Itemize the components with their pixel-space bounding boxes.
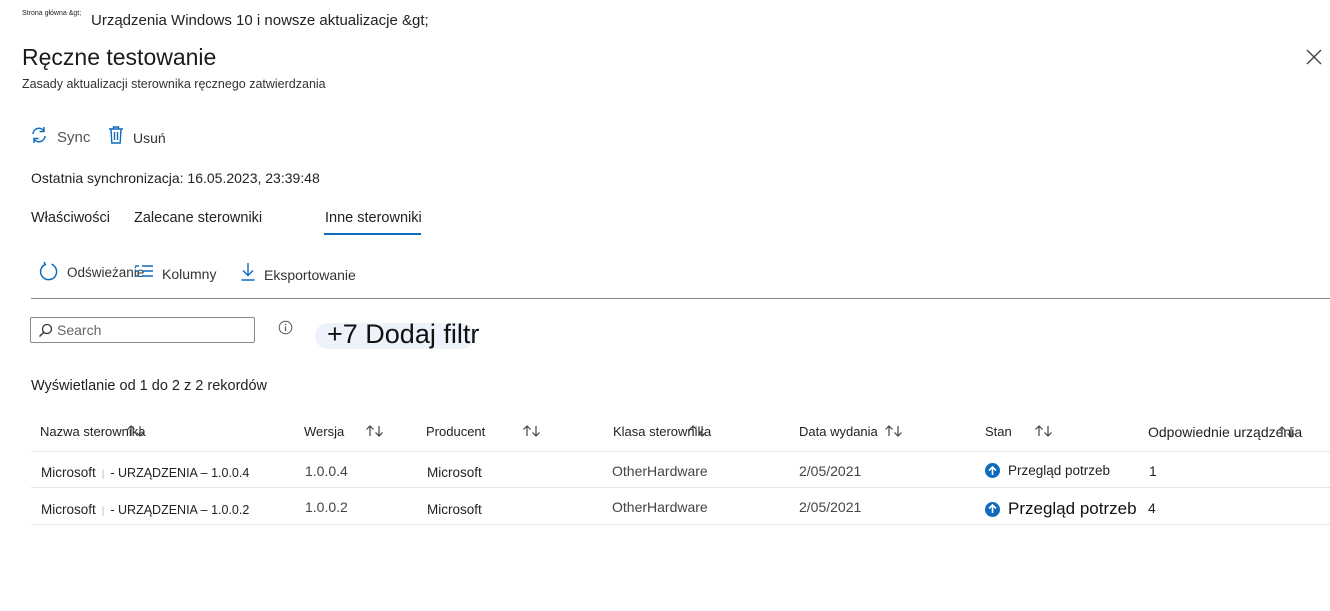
table-row-2-manufacturer: Microsoft	[427, 502, 482, 517]
table-row-1-release-date: 2/05/2021	[799, 463, 862, 479]
table-row-2-release-date: 2/05/2021	[799, 499, 862, 515]
tab-recommended-drivers[interactable]: Zalecane sterowniki	[134, 210, 262, 226]
table-row-2-driver-name[interactable]: Microsoft | - URZĄDZENIA – 1.0.0.2	[41, 502, 249, 517]
refresh-icon	[38, 261, 59, 287]
sort-icon[interactable]	[1033, 424, 1055, 441]
tab-other-drivers[interactable]: Inne sterowniki	[325, 210, 422, 226]
arrow-up-circle-icon	[985, 501, 1000, 517]
add-filter-button[interactable]: +7 Dodaj filtr	[315, 319, 479, 349]
table-row-1-devices: 1	[1149, 463, 1157, 479]
tab-properties[interactable]: Właściwości	[31, 210, 110, 226]
driver-vendor: Microsoft	[41, 502, 96, 517]
column-header-version[interactable]: Wersja	[304, 424, 386, 441]
sync-label: Sync	[57, 129, 91, 146]
columns-icon	[134, 264, 154, 283]
table-row-1-class: OtherHardware	[612, 463, 708, 479]
table-row-1-driver-name[interactable]: Microsoft | - URZĄDZENIA – 1.0.0.4	[41, 465, 249, 480]
active-tab-indicator	[324, 233, 421, 235]
status-text: Przegląd potrzeb	[1008, 499, 1137, 518]
separator: |	[101, 469, 105, 480]
breadcrumb-current[interactable]: Urządzenia Windows 10 i nowsze aktualiza…	[91, 12, 429, 29]
page-subtitle: Zasady aktualizacji sterownika ręcznego …	[22, 77, 326, 91]
refresh-label: Odświeżanie	[67, 264, 145, 280]
column-header-label: Stan	[985, 424, 1012, 439]
download-icon	[240, 262, 256, 287]
delete-label: Usuń	[133, 129, 166, 146]
search-box[interactable]	[30, 317, 255, 343]
row-divider	[31, 451, 1330, 452]
status-text: Przegląd potrzeb	[1008, 463, 1111, 478]
driver-vendor: Microsoft	[41, 465, 96, 480]
info-icon[interactable]	[278, 320, 293, 340]
column-header-driver-class[interactable]: Klasa sterownika	[613, 424, 711, 441]
row-divider	[31, 524, 1330, 525]
search-input[interactable]	[57, 321, 247, 339]
table-row-2-status: Przegląd potrzeb	[985, 499, 1137, 519]
trash-icon	[107, 125, 125, 150]
column-header-release-date[interactable]: Data wydania	[799, 424, 905, 441]
separator: |	[101, 506, 105, 517]
row-divider	[31, 487, 1330, 488]
sort-icon[interactable]	[883, 424, 905, 441]
sort-icon[interactable]	[125, 424, 147, 441]
column-header-label: Wersja	[304, 424, 345, 439]
column-header-label: Producent	[426, 424, 486, 439]
sort-icon[interactable]	[364, 424, 386, 441]
column-header-status[interactable]: Stan	[985, 424, 1055, 441]
sync-icon	[29, 125, 49, 150]
table-row-2-version: 1.0.0.2	[305, 499, 348, 515]
records-count: Wyświetlanie od 1 do 2 z 2 rekordów	[31, 378, 268, 394]
close-icon[interactable]	[1305, 48, 1323, 66]
sync-button[interactable]: Sync	[29, 125, 90, 150]
columns-label: Kolumny	[162, 265, 217, 282]
table-row-1-manufacturer: Microsoft	[427, 465, 482, 480]
breadcrumb-home-link[interactable]: Strona główna &gt;	[22, 10, 81, 17]
column-header-applicable-devices[interactable]: Odpowiednie urządzenia	[1148, 424, 1302, 442]
delete-button[interactable]: Usuń	[107, 125, 166, 150]
export-button[interactable]: Eksportowanie	[240, 262, 356, 287]
driver-device: - URZĄDZENIA – 1.0.0.2	[110, 503, 250, 517]
export-label: Eksportowanie	[264, 266, 356, 283]
toolbar-divider	[31, 298, 1330, 299]
column-header-manufacturer[interactable]: Producent	[426, 424, 543, 441]
sort-icon[interactable]	[687, 424, 709, 441]
sort-icon[interactable]	[521, 424, 543, 441]
column-header-label: Data wydania	[799, 424, 878, 439]
table-row-1-status: Przegląd potrzeb	[985, 463, 1110, 478]
search-icon	[38, 323, 53, 343]
page-title: Ręczne testowanie	[22, 44, 217, 70]
last-sync-text: Ostatnia synchronizacja: 16.05.2023, 23:…	[31, 170, 320, 186]
sort-icon[interactable]	[1276, 425, 1298, 442]
refresh-button[interactable]: Odświeżanie	[38, 261, 144, 287]
table-row-2-devices: 4	[1148, 500, 1156, 516]
arrow-up-circle-icon	[985, 463, 1000, 478]
columns-button[interactable]: Kolumny	[134, 264, 216, 283]
column-header-driver-name[interactable]: Nazwa sterownika	[40, 424, 147, 441]
table-row-1-version: 1.0.0.4	[305, 463, 348, 479]
add-filter-label: +7 Dodaj filtr	[327, 318, 480, 349]
table-row-2-class: OtherHardware	[612, 499, 708, 515]
driver-device: - URZĄDZENIA – 1.0.0.4	[110, 466, 250, 480]
